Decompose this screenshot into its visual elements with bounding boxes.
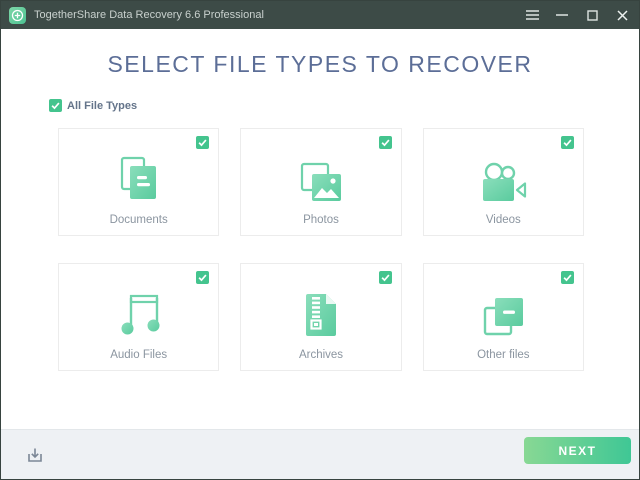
- file-type-card-archives[interactable]: Archives: [240, 263, 402, 371]
- app-window: TogetherShare Data Recovery 6.6 Professi…: [0, 0, 640, 480]
- minimize-icon[interactable]: [547, 1, 577, 29]
- page-title: SELECT FILE TYPES TO RECOVER: [107, 51, 533, 77]
- archives-icon: [303, 276, 339, 338]
- file-type-label: Videos: [485, 214, 521, 226]
- maximize-icon[interactable]: [577, 1, 607, 29]
- window-title: TogetherShare Data Recovery 6.6 Professi…: [34, 9, 264, 21]
- file-type-card-documents[interactable]: Documents: [58, 128, 220, 236]
- file-type-card-photos[interactable]: Photos: [240, 128, 402, 236]
- window-controls: [517, 1, 639, 29]
- app-logo-icon: [9, 6, 26, 24]
- file-type-label: Documents: [109, 214, 168, 226]
- close-icon[interactable]: [607, 1, 637, 29]
- checkbox-checked-icon[interactable]: [196, 136, 210, 149]
- checkbox-checked-icon[interactable]: [378, 136, 392, 149]
- all-file-types-label: All File Types: [67, 99, 138, 112]
- file-type-label: Audio Files: [110, 349, 168, 361]
- checkbox-checked-icon[interactable]: [560, 271, 574, 284]
- audio-files-icon: [118, 276, 160, 338]
- checkbox-checked-icon[interactable]: [560, 136, 574, 149]
- download-icon[interactable]: [25, 445, 45, 465]
- checkbox-checked-icon[interactable]: [378, 271, 392, 284]
- file-type-label: Archives: [298, 349, 344, 361]
- all-file-types-checkbox[interactable]: All File Types: [49, 99, 137, 112]
- file-type-label: Other files: [477, 349, 530, 361]
- title-bar: TogetherShare Data Recovery 6.6 Professi…: [1, 1, 639, 29]
- file-type-card-videos[interactable]: Videos: [422, 128, 584, 236]
- photos-icon: [299, 141, 343, 203]
- next-button[interactable]: NEXT: [524, 437, 631, 464]
- file-type-card-audio-files[interactable]: Audio Files: [58, 263, 220, 371]
- other-files-icon: [482, 276, 525, 338]
- file-type-card-other-files[interactable]: Other files: [422, 263, 584, 371]
- main-content: SELECT FILE TYPES TO RECOVER All File Ty…: [1, 29, 639, 429]
- file-type-grid: Documents Photos Videos Audio Files Arch…: [58, 128, 584, 371]
- footer-bar: NEXT: [1, 429, 639, 479]
- checkbox-checked-icon[interactable]: [49, 99, 62, 112]
- menu-icon[interactable]: [517, 1, 547, 29]
- file-type-label: Photos: [303, 214, 339, 226]
- checkbox-checked-icon[interactable]: [196, 271, 210, 284]
- videos-icon: [480, 141, 527, 203]
- documents-icon: [119, 141, 159, 203]
